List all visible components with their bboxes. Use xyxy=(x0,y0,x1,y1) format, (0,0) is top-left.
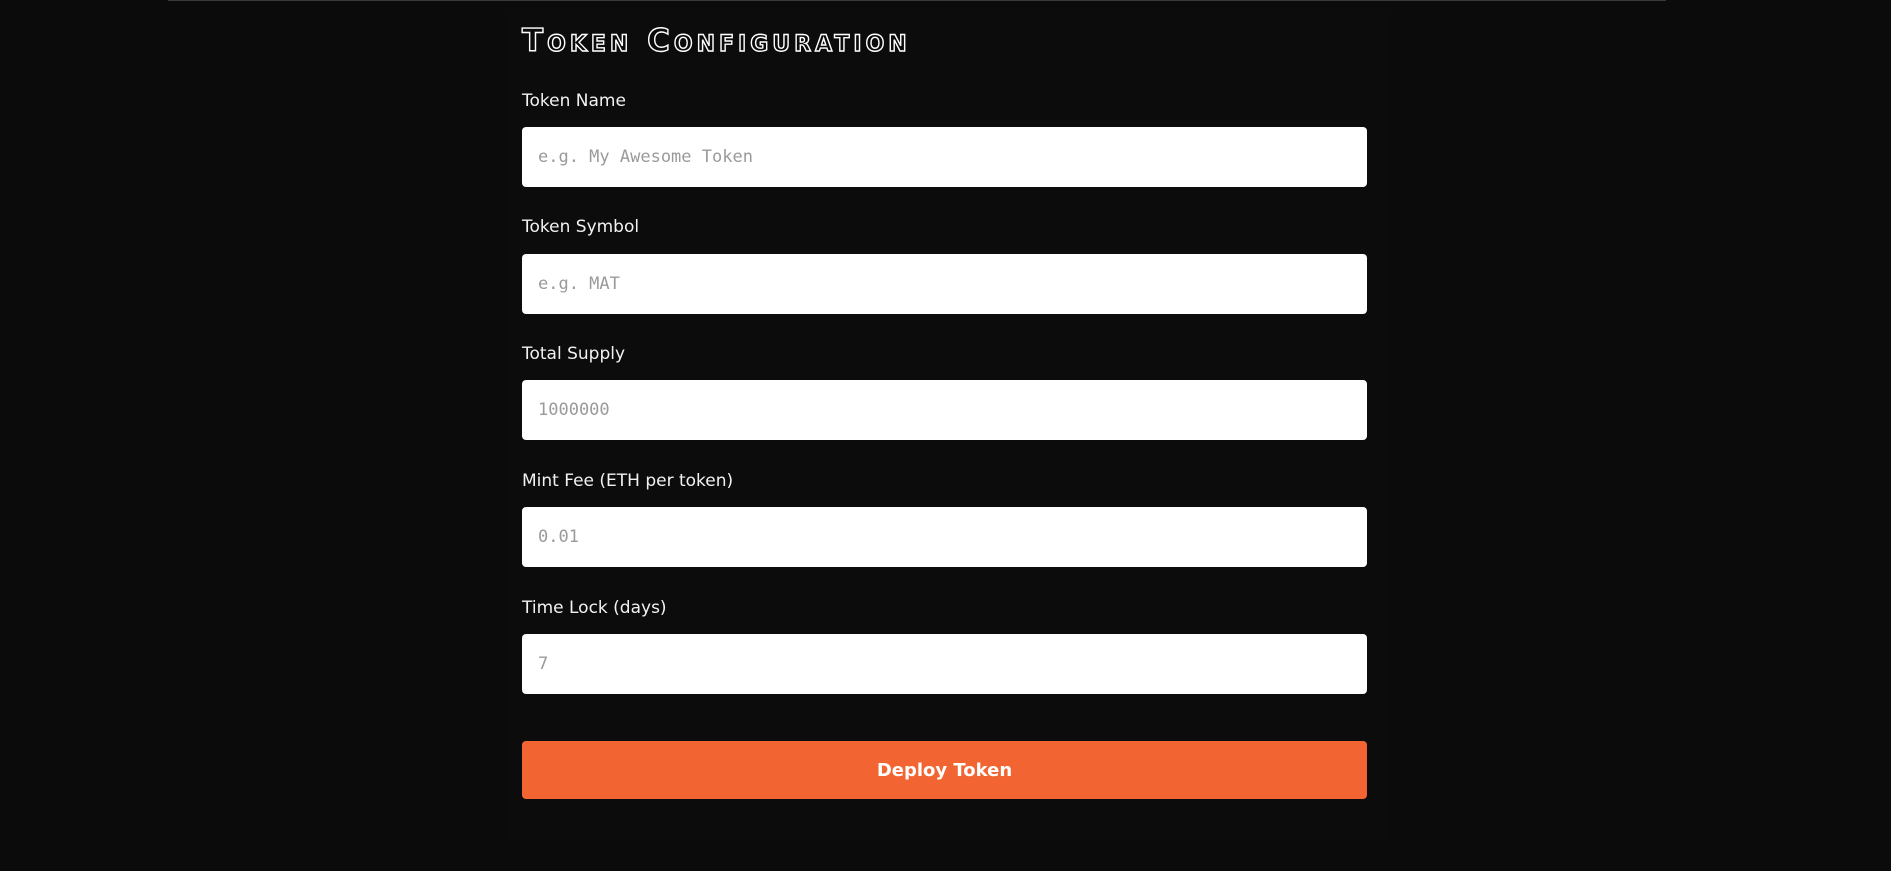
time-lock-input[interactable] xyxy=(522,634,1367,694)
token-name-input[interactable] xyxy=(522,127,1367,187)
mint-fee-label: Mint Fee (ETH per token) xyxy=(522,471,734,491)
token-name-label: Token Name xyxy=(522,91,626,111)
deploy-token-button[interactable]: Deploy Token xyxy=(522,741,1367,799)
mint-fee-input[interactable] xyxy=(522,507,1367,567)
token-symbol-label: Token Symbol xyxy=(522,217,640,237)
time-lock-label: Time Lock (days) xyxy=(522,598,667,618)
total-supply-input[interactable] xyxy=(522,380,1367,440)
total-supply-label: Total Supply xyxy=(522,344,626,364)
top-divider xyxy=(168,0,1666,1)
page-title: Token Configuration xyxy=(521,22,911,59)
token-symbol-input[interactable] xyxy=(522,254,1367,314)
